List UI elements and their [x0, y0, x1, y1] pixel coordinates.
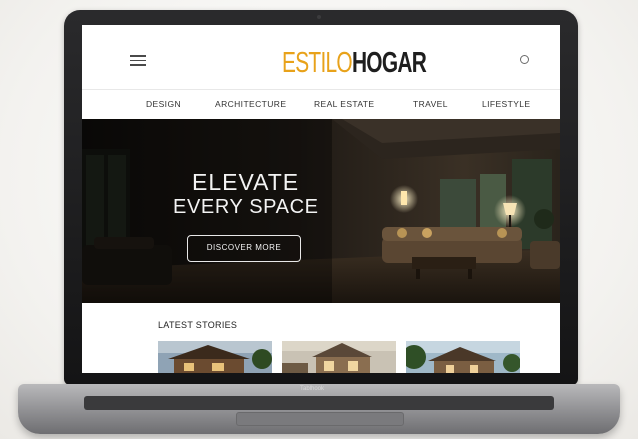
nav-item-travel[interactable]: TRAVEL: [413, 99, 448, 109]
hero-headline-line2: EVERY SPACE: [173, 196, 319, 218]
hero-banner: ELEVATE EVERY SPACE DISCOVER MORE: [82, 119, 560, 303]
keyboard: [84, 396, 554, 410]
hero-image: [82, 119, 560, 303]
nav-item-design[interactable]: DESIGN: [146, 99, 181, 109]
device-label: Tablhook: [300, 386, 325, 392]
latest-stories-section: LATEST STORIES: [82, 303, 560, 373]
hero-headline-line1: ELEVATE: [192, 169, 300, 195]
story-thumbnail-3[interactable]: [406, 341, 520, 373]
nav-item-architecture[interactable]: ARCHITECTURE: [215, 99, 286, 109]
section-title: LATEST STORIES: [158, 320, 238, 330]
logo-text-estilo: ESTILO: [282, 47, 353, 79]
hamburger-icon[interactable]: [130, 55, 146, 66]
nav-item-real-estate[interactable]: REAL ESTATE: [314, 99, 374, 109]
laptop-screen: ESTILOHOGAR DESIGN ARCHITECTURE REAL EST…: [82, 25, 560, 373]
story-thumbnail-2[interactable]: [282, 341, 396, 373]
discover-more-button[interactable]: DISCOVER MORE: [187, 235, 301, 262]
site-header: ESTILOHOGAR: [82, 25, 560, 89]
trackpad: [236, 412, 404, 426]
webcam-icon: [317, 15, 321, 19]
main-nav: DESIGN ARCHITECTURE REAL ESTATE TRAVEL L…: [82, 89, 560, 120]
story-thumbnail-1[interactable]: [158, 341, 272, 373]
site-logo[interactable]: ESTILOHOGAR: [282, 43, 427, 83]
logo-text-hogar: HOGAR: [351, 47, 427, 79]
nav-item-lifestyle[interactable]: LIFESTYLE: [482, 99, 530, 109]
search-icon[interactable]: [520, 55, 529, 64]
